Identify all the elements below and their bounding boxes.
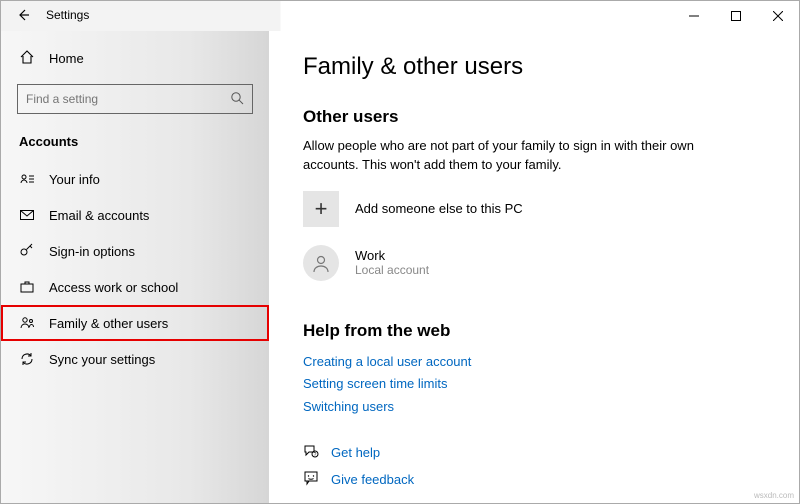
add-user-label: Add someone else to this PC [355, 201, 523, 216]
back-icon[interactable] [16, 8, 30, 22]
person-card-icon [19, 171, 35, 187]
account-name: Work [355, 248, 429, 263]
watermark: wsxdn.com [754, 491, 794, 500]
chat-help-icon: ? [303, 443, 319, 462]
avatar-icon [303, 245, 339, 281]
search-field[interactable] [17, 84, 253, 114]
account-type: Local account [355, 263, 429, 277]
mail-icon [19, 207, 35, 223]
feedback-icon [303, 470, 319, 489]
give-feedback-link[interactable]: Give feedback [303, 470, 799, 489]
sidebar-item-family-other-users[interactable]: Family & other users [1, 305, 269, 341]
home-label: Home [49, 51, 84, 66]
help-link-create-local-user[interactable]: Creating a local user account [303, 351, 799, 374]
settings-window: Settings Home [0, 0, 800, 504]
sidebar-item-email-accounts[interactable]: Email & accounts [1, 197, 269, 233]
sidebar-item-label: Your info [49, 172, 100, 187]
home-icon [19, 49, 35, 68]
add-user-button[interactable]: + Add someone else to this PC [303, 191, 799, 227]
briefcase-icon [19, 279, 35, 295]
sidebar-item-access-work-school[interactable]: Access work or school [1, 269, 269, 305]
sidebar-item-your-info[interactable]: Your info [1, 161, 269, 197]
key-icon [19, 243, 35, 259]
account-row[interactable]: Work Local account [303, 245, 799, 281]
people-icon [19, 315, 35, 331]
sidebar-nav: Your info Email & accounts Sign-in optio… [1, 161, 269, 377]
help-link-screen-time[interactable]: Setting screen time limits [303, 373, 799, 396]
other-users-description: Allow people who are not part of your fa… [303, 137, 723, 175]
search-icon [230, 91, 244, 108]
sidebar: Home Accounts Your info [1, 31, 269, 503]
titlebar: Settings [1, 1, 799, 31]
minimize-button[interactable] [673, 1, 715, 31]
give-feedback-label: Give feedback [331, 472, 414, 487]
sidebar-item-label: Access work or school [49, 280, 178, 295]
sidebar-item-sync-settings[interactable]: Sync your settings [1, 341, 269, 377]
content-pane: Family & other users Other users Allow p… [269, 31, 799, 503]
svg-text:?: ? [314, 452, 317, 458]
sidebar-item-signin-options[interactable]: Sign-in options [1, 233, 269, 269]
sidebar-section-heading: Accounts [1, 128, 269, 161]
window-title: Settings [46, 8, 89, 22]
page-title: Family & other users [303, 53, 799, 81]
sidebar-item-label: Sync your settings [49, 352, 155, 367]
home-nav[interactable]: Home [1, 43, 269, 74]
sidebar-item-label: Sign-in options [49, 244, 135, 259]
sidebar-item-label: Email & accounts [49, 208, 149, 223]
other-users-heading: Other users [303, 107, 799, 127]
search-input[interactable] [26, 92, 230, 106]
help-link-switching-users[interactable]: Switching users [303, 396, 799, 419]
close-button[interactable] [757, 1, 799, 31]
help-heading: Help from the web [303, 321, 799, 341]
get-help-label: Get help [331, 445, 380, 460]
sidebar-item-label: Family & other users [49, 316, 168, 331]
plus-icon: + [303, 191, 339, 227]
sync-icon [19, 351, 35, 367]
get-help-link[interactable]: ? Get help [303, 443, 799, 462]
maximize-button[interactable] [715, 1, 757, 31]
